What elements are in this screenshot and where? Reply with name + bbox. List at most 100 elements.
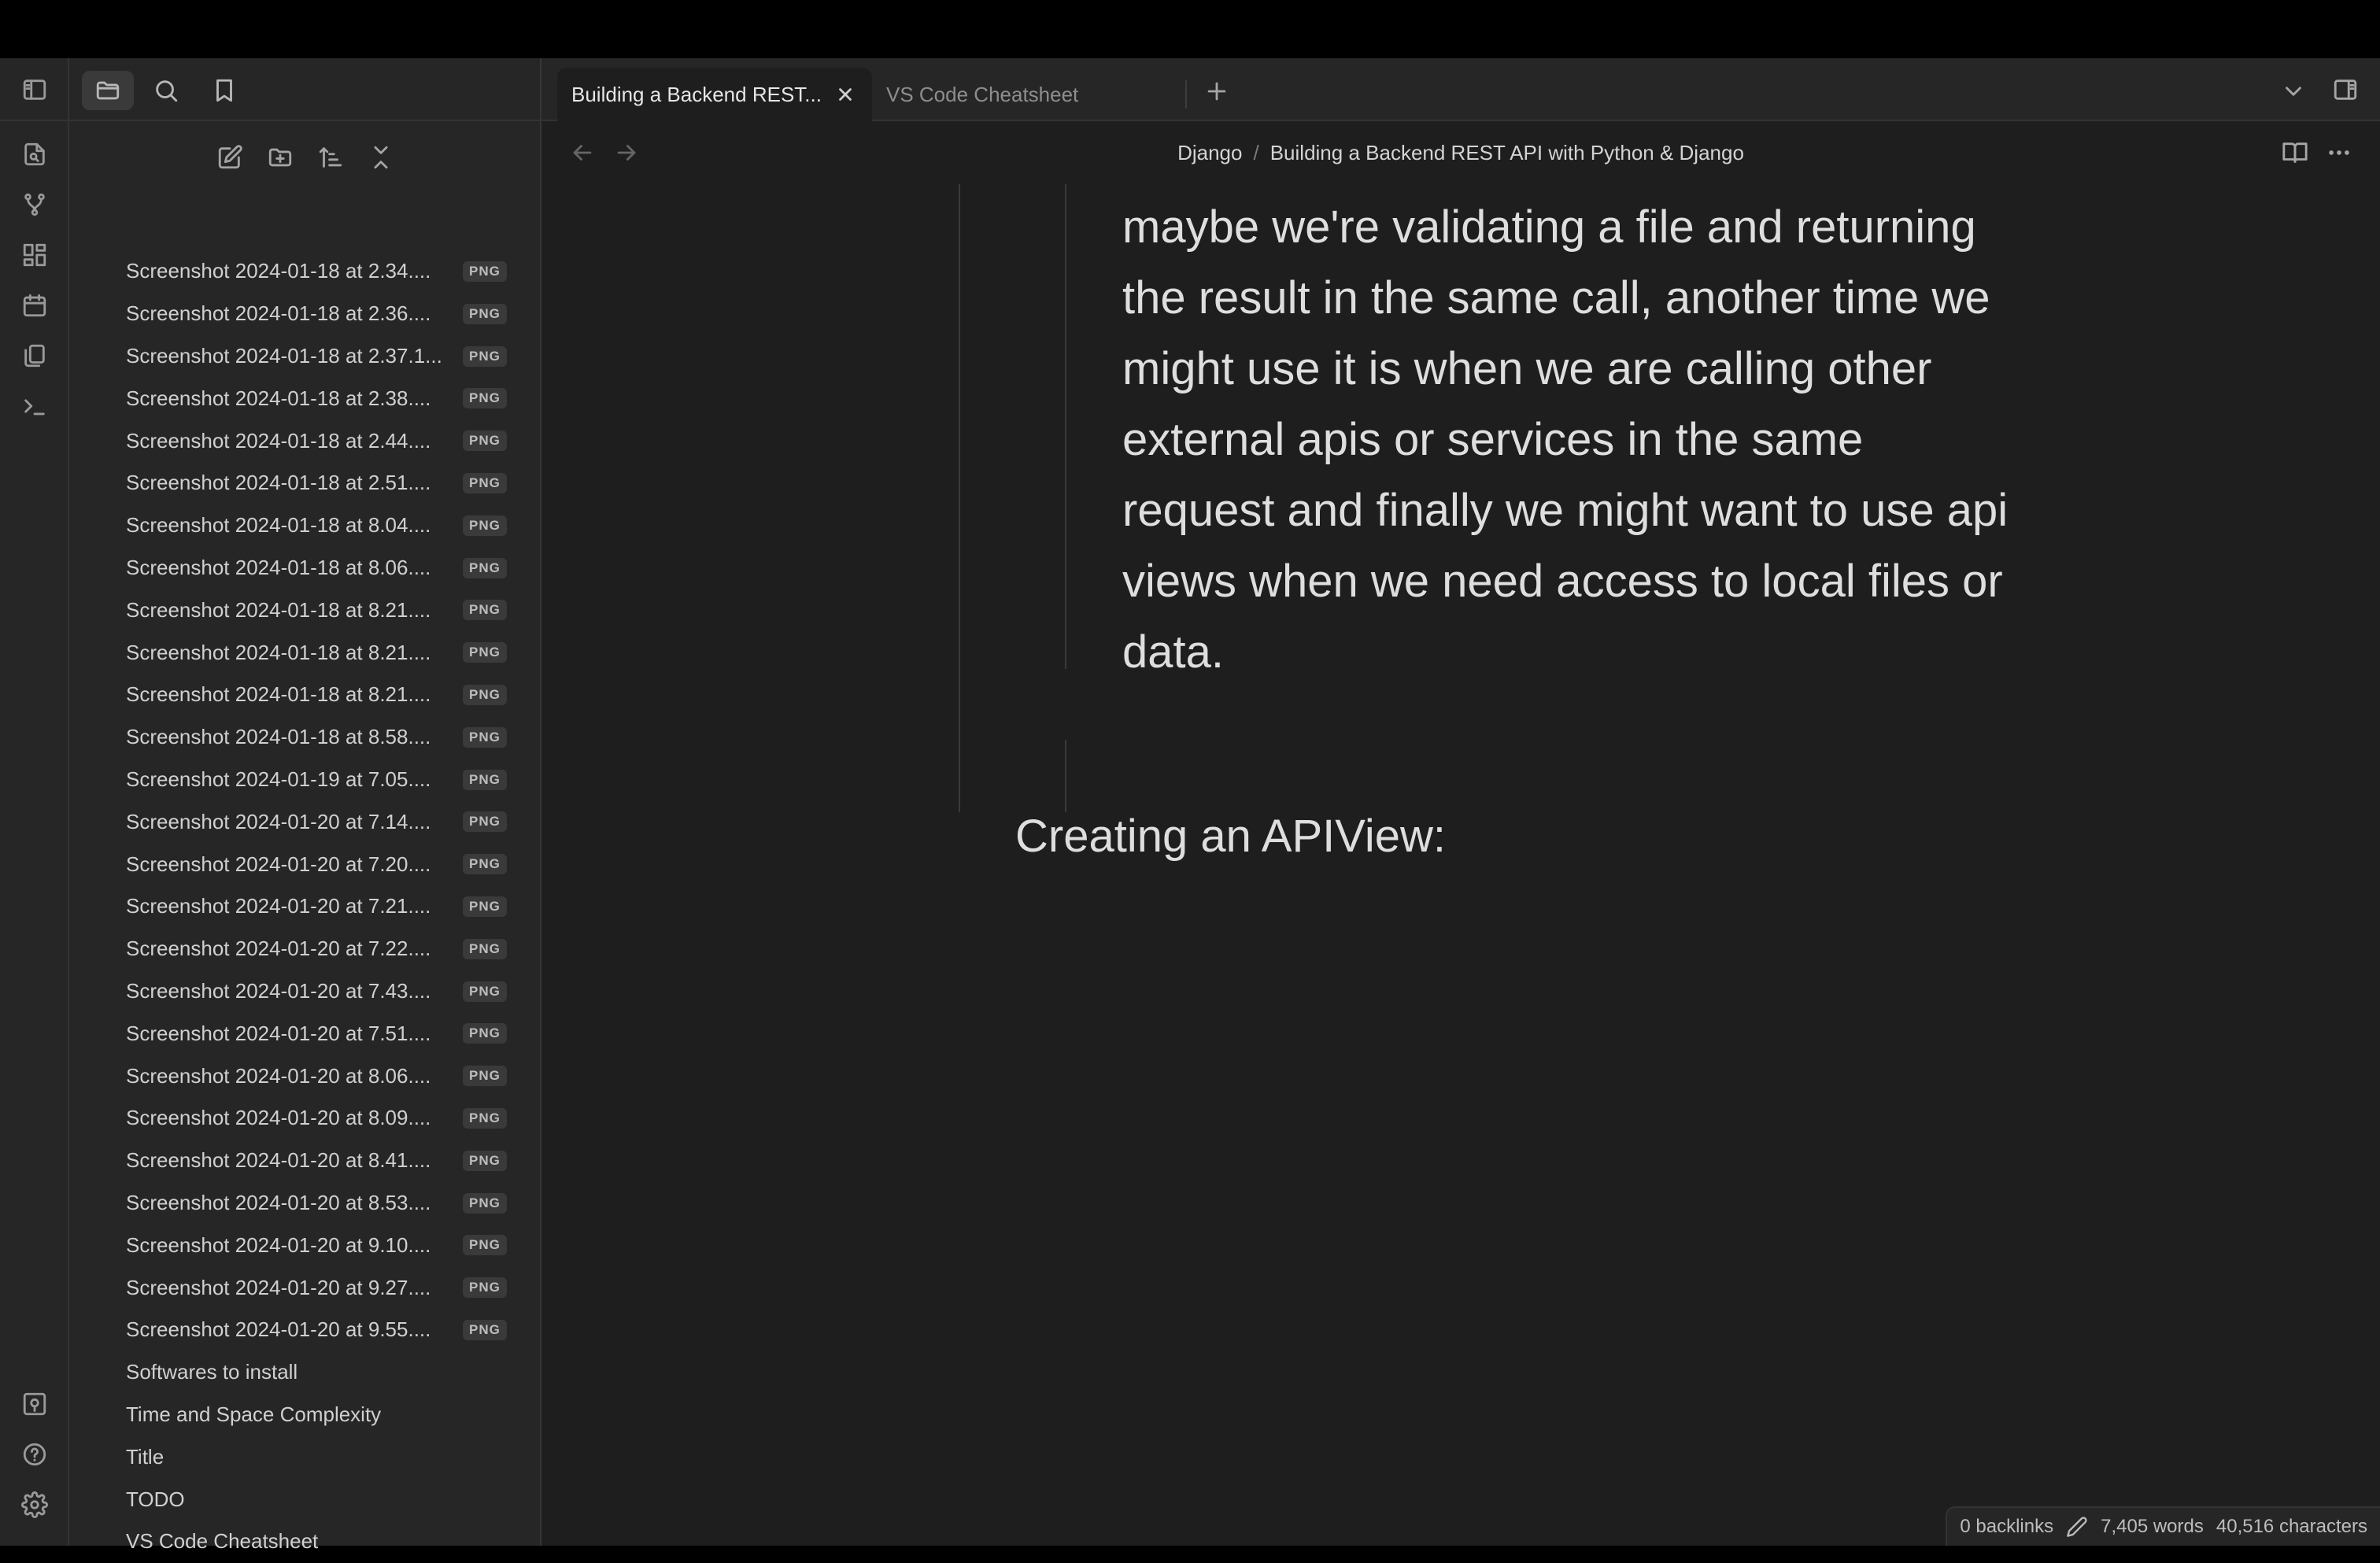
search-icon[interactable] bbox=[140, 71, 192, 110]
file-list-item[interactable]: Screenshot 2024-01-20 at 7.43.... PNG bbox=[69, 970, 541, 1013]
file-list-item[interactable]: Screenshot 2024-01-18 at 8.06.... PNG bbox=[69, 547, 541, 589]
breadcrumb: Django / Building a Backend REST API wit… bbox=[541, 121, 2380, 184]
file-list-item[interactable]: Screenshot 2024-01-20 at 7.21.... PNG bbox=[69, 885, 541, 928]
file-list-item[interactable]: Screenshot 2024-01-20 at 8.53.... PNG bbox=[69, 1182, 541, 1225]
file-list-item[interactable]: Screenshot 2024-01-20 at 8.41.... PNG bbox=[69, 1140, 541, 1182]
file-name: Screenshot 2024-01-20 at 7.21.... bbox=[126, 894, 431, 918]
file-type-badge: PNG bbox=[463, 1023, 507, 1044]
help-icon[interactable] bbox=[17, 1437, 52, 1472]
file-list-item[interactable]: Screenshot 2024-01-20 at 9.10.... PNG bbox=[69, 1224, 541, 1266]
file-list-item[interactable]: TODO bbox=[69, 1478, 541, 1521]
file-name: Screenshot 2024-01-18 at 2.51.... bbox=[126, 471, 431, 495]
right-sidebar-toggle-icon[interactable] bbox=[2328, 72, 2363, 107]
close-icon[interactable] bbox=[833, 82, 858, 107]
file-name: Screenshot 2024-01-20 at 7.14.... bbox=[126, 809, 431, 833]
file-type-badge: PNG bbox=[463, 896, 507, 917]
character-count: 40,516 characters bbox=[2216, 1516, 2367, 1537]
backlinks-count[interactable]: 0 backlinks bbox=[1960, 1516, 2053, 1538]
app-window: Screenshot 2024-01-18 at 2.34.... PNG Scre… bbox=[0, 58, 2380, 1553]
file-name: Screenshot 2024-01-18 at 8.21.... bbox=[126, 682, 431, 707]
file-list-item[interactable]: Screenshot 2024-01-18 at 2.37.1... PNG bbox=[69, 335, 541, 378]
sort-icon[interactable] bbox=[313, 140, 348, 175]
file-type-badge: PNG bbox=[463, 345, 507, 367]
settings-icon[interactable] bbox=[17, 1487, 52, 1522]
chevron-down-icon[interactable] bbox=[2276, 74, 2311, 109]
file-type-badge: PNG bbox=[463, 557, 507, 578]
collapse-all-icon[interactable] bbox=[364, 140, 398, 175]
file-list-item[interactable]: Screenshot 2024-01-18 at 2.36.... PNG bbox=[69, 293, 541, 335]
word-count: 7,405 words bbox=[2101, 1516, 2204, 1537]
breadcrumb-note-title[interactable]: Building a Backend REST API with Python … bbox=[1270, 141, 1744, 165]
daily-notes-icon[interactable] bbox=[17, 288, 52, 323]
file-list-item[interactable]: Screenshot 2024-01-18 at 8.21.... PNG bbox=[69, 631, 541, 674]
indent-guide bbox=[959, 184, 960, 812]
canvas-icon[interactable] bbox=[17, 238, 52, 272]
tab-bar: Building a Backend REST... VS Code Cheat… bbox=[541, 58, 2380, 121]
file-type-badge: PNG bbox=[463, 642, 507, 663]
file-type-badge: PNG bbox=[463, 388, 507, 409]
files-icon[interactable] bbox=[82, 71, 134, 110]
note-paragraph[interactable]: maybe we're validating a file and return… bbox=[1122, 192, 2020, 688]
graph-view-icon[interactable] bbox=[17, 187, 52, 222]
note-heading[interactable]: Creating an APIView: bbox=[1015, 801, 1446, 872]
command-palette-icon[interactable] bbox=[17, 389, 52, 423]
file-list-item[interactable]: Screenshot 2024-01-20 at 7.22.... PNG bbox=[69, 928, 541, 970]
file-list-item[interactable]: Screenshot 2024-01-20 at 9.55.... PNG bbox=[69, 1309, 541, 1351]
file-type-badge: PNG bbox=[463, 515, 507, 536]
file-list-item[interactable]: Screenshot 2024-01-20 at 7.20.... PNG bbox=[69, 843, 541, 885]
file-type-badge: PNG bbox=[463, 811, 507, 833]
file-list-item[interactable]: Time and Space Complexity bbox=[69, 1394, 541, 1436]
bookmarks-icon[interactable] bbox=[198, 71, 250, 110]
file-list-item[interactable]: Softwares to install bbox=[69, 1351, 541, 1394]
file-list-item[interactable]: Title bbox=[69, 1436, 541, 1478]
file-list-item[interactable]: Screenshot 2024-01-18 at 8.21.... PNG bbox=[69, 589, 541, 631]
file-list-item[interactable]: Screenshot 2024-01-20 at 7.14.... PNG bbox=[69, 800, 541, 843]
file-type-badge: PNG bbox=[463, 1235, 507, 1256]
file-list: Screenshot 2024-01-18 at 2.34.... PNG Scre… bbox=[69, 250, 541, 1563]
file-list-item[interactable]: Screenshot 2024-01-18 at 8.21.... PNG bbox=[69, 674, 541, 716]
file-type-badge: PNG bbox=[463, 684, 507, 705]
file-type-badge: PNG bbox=[463, 1107, 507, 1129]
file-name: TODO bbox=[126, 1487, 185, 1511]
file-list-item[interactable]: Screenshot 2024-01-18 at 8.58.... PNG bbox=[69, 716, 541, 759]
sidebar-toggle-icon[interactable] bbox=[17, 72, 52, 107]
more-options-icon[interactable] bbox=[2322, 135, 2356, 170]
file-name: Screenshot 2024-01-18 at 2.36.... bbox=[126, 301, 431, 326]
file-name: Screenshot 2024-01-18 at 8.04.... bbox=[126, 513, 431, 538]
note-editor[interactable]: maybe we're validating a file and return… bbox=[541, 184, 2380, 1546]
edit-pencil-icon[interactable] bbox=[2066, 1516, 2088, 1538]
templates-icon[interactable] bbox=[17, 338, 52, 373]
reading-view-book-icon[interactable] bbox=[2278, 135, 2312, 170]
file-name: Screenshot 2024-01-20 at 7.22.... bbox=[126, 937, 431, 961]
ribbon bbox=[0, 58, 69, 1546]
new-folder-icon[interactable] bbox=[263, 140, 298, 175]
file-name: Screenshot 2024-01-18 at 8.58.... bbox=[126, 725, 431, 749]
file-name: VS Code Cheatsheet bbox=[126, 1529, 319, 1554]
file-list-item[interactable]: Screenshot 2024-01-20 at 9.27.... PNG bbox=[69, 1266, 541, 1309]
file-list-item[interactable]: Screenshot 2024-01-19 at 7.05.... PNG bbox=[69, 759, 541, 801]
tab-vs-code-cheatsheet[interactable]: VS Code Cheatsheet bbox=[874, 68, 1184, 121]
file-list-item[interactable]: Screenshot 2024-01-20 at 8.06.... PNG bbox=[69, 1055, 541, 1097]
tab-building-backend[interactable]: Building a Backend REST... bbox=[557, 68, 872, 121]
file-list-item[interactable]: Screenshot 2024-01-18 at 8.04.... PNG bbox=[69, 504, 541, 547]
file-list-item[interactable]: Screenshot 2024-01-20 at 8.09.... PNG bbox=[69, 1097, 541, 1140]
file-type-badge: PNG bbox=[463, 726, 507, 748]
file-name: Screenshot 2024-01-20 at 9.55.... bbox=[126, 1317, 431, 1342]
note-header: Django / Building a Backend REST API wit… bbox=[541, 121, 2380, 184]
file-list-item[interactable]: Screenshot 2024-01-20 at 7.51.... PNG bbox=[69, 1012, 541, 1055]
file-list-item[interactable]: VS Code Cheatsheet bbox=[69, 1521, 541, 1563]
main-workspace: Building a Backend REST... VS Code Cheat… bbox=[541, 58, 2380, 1546]
file-list-item[interactable]: Screenshot 2024-01-18 at 2.38.... PNG bbox=[69, 377, 541, 419]
file-type-badge: PNG bbox=[463, 1192, 507, 1214]
new-note-icon[interactable] bbox=[213, 140, 247, 175]
vault-switcher-icon[interactable] bbox=[17, 1387, 52, 1421]
file-list-item[interactable]: Screenshot 2024-01-18 at 2.34.... PNG bbox=[69, 250, 541, 293]
new-tab-plus-icon[interactable] bbox=[1199, 74, 1234, 109]
breadcrumb-folder[interactable]: Django bbox=[1177, 141, 1242, 165]
open-quick-switcher-icon[interactable] bbox=[17, 137, 52, 172]
file-type-badge: PNG bbox=[463, 938, 507, 959]
file-name: Title bbox=[126, 1444, 164, 1469]
file-name: Screenshot 2024-01-20 at 8.53.... bbox=[126, 1190, 431, 1214]
file-list-item[interactable]: Screenshot 2024-01-18 at 2.44.... PNG bbox=[69, 419, 541, 462]
file-list-item[interactable]: Screenshot 2024-01-18 at 2.51.... PNG bbox=[69, 462, 541, 504]
